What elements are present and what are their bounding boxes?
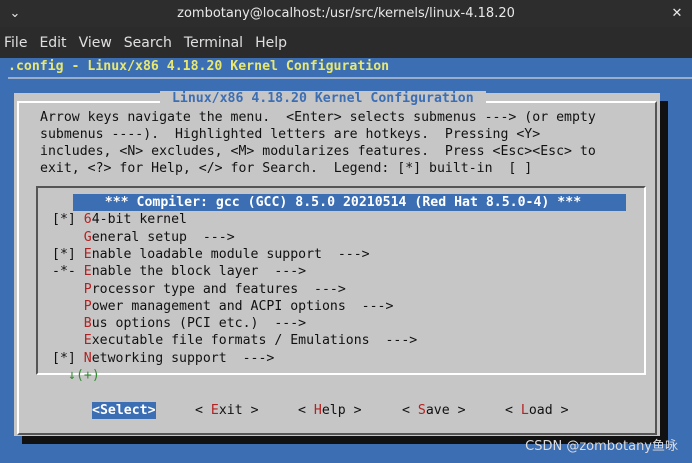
help-button[interactable]: < Help >	[298, 402, 362, 419]
help-text-line: exit, <?> for Help, </> for Search. Lege…	[40, 161, 533, 176]
menu-edit[interactable]: Edit	[39, 35, 66, 51]
menu-item-hotkey: B	[83, 316, 92, 332]
menu-file[interactable]: File	[4, 35, 27, 51]
close-icon[interactable]: ✕	[668, 4, 686, 22]
menu-item-prefix	[52, 299, 84, 314]
menu-item[interactable]: Bus options (PCI etc.) --->	[52, 315, 306, 332]
save-button[interactable]: < Save >	[402, 402, 466, 419]
menu-item[interactable]: -*- Enable the block layer --->	[52, 263, 306, 280]
button-bracket: <	[298, 403, 314, 418]
menu-item-prefix	[52, 230, 84, 245]
csdn-watermark: CSDN @zombotany鱼咏	[525, 439, 678, 454]
config-header: .config - Linux/x86 4.18.20 Kernel Confi…	[8, 59, 390, 74]
help-text-line: includes, <N> excludes, <M> modularizes …	[40, 144, 596, 159]
menu-help[interactable]: Help	[255, 35, 287, 51]
menu-item-label: xecutable file formats / Emulations --->	[91, 333, 418, 349]
button-hotkey: S	[99, 403, 108, 418]
menu-item-label: nable the block layer --->	[91, 264, 307, 280]
menu-item[interactable]: [*] Networking support --->	[52, 350, 274, 367]
menu-item-label: ower management and ACPI options --->	[91, 298, 394, 314]
window-title: zombotany@localhost:/usr/src/kernels/lin…	[177, 6, 515, 21]
dialog-title: Linux/x86 4.18.20 Kernel Configuration	[160, 91, 486, 106]
button-hotkey: L	[520, 403, 529, 418]
kernel-config-dialog: Linux/x86 4.18.20 Kernel Configuration A…	[14, 91, 660, 436]
button-bracket: <	[92, 403, 100, 418]
terminal-area[interactable]: .config - Linux/x86 4.18.20 Kernel Confi…	[0, 58, 692, 463]
button-bracket: <	[402, 403, 418, 418]
header-rule	[8, 77, 692, 79]
window-titlebar: ⌄ zombotany@localhost:/usr/src/kernels/l…	[0, 0, 692, 27]
menu-item-hotkey: N	[83, 350, 92, 366]
menu-item[interactable]: General setup --->	[52, 229, 235, 246]
menu-item-label: us options (PCI etc.) --->	[91, 316, 307, 332]
help-text-line: Arrow keys navigate the menu. <Enter> se…	[40, 110, 596, 125]
menu-item-prefix: [*]	[52, 350, 84, 366]
button-hotkey: E	[210, 403, 219, 418]
menu-item-label: eneral setup --->	[91, 229, 235, 245]
help-text-line: submenus ----). Highlighted letters are …	[40, 127, 541, 142]
menu-item-prefix: -*-	[52, 264, 84, 280]
menu-item-prefix	[52, 316, 84, 331]
button-label: oad >	[528, 403, 569, 418]
menu-item-label: nable loadable module support --->	[91, 246, 370, 262]
menu-item-prefix	[52, 282, 84, 297]
menu-item-label: *** Compiler: gcc (GCC) 8.5.0 20210514 (…	[73, 195, 582, 210]
button-label: elect>	[107, 403, 156, 418]
menu-item-hotkey: P	[83, 281, 92, 297]
menu-item-label: etworking support --->	[91, 350, 275, 366]
menu-item[interactable]: Executable file formats / Emulations ---…	[52, 332, 417, 349]
button-label: elp >	[321, 403, 362, 418]
button-hotkey: S	[417, 403, 426, 418]
menu-item-label: 4-bit kernel	[91, 212, 187, 228]
button-bracket: <	[195, 403, 211, 418]
button-hotkey: H	[313, 403, 322, 418]
menu-item-hotkey: P	[83, 298, 92, 314]
menu-terminal[interactable]: Terminal	[184, 35, 243, 51]
menubar: File Edit View Search Terminal Help	[0, 27, 692, 58]
menu-item-label: rocessor type and features --->	[91, 281, 346, 297]
button-bracket: <	[505, 403, 521, 418]
menu-search[interactable]: Search	[124, 35, 172, 51]
select-button[interactable]: <Select>	[92, 402, 156, 419]
menu-item-prefix: [*]	[52, 212, 84, 228]
menu-item-hotkey: 6	[83, 212, 92, 228]
menu-item[interactable]: *** Compiler: gcc (GCC) 8.5.0 20210514 (…	[73, 194, 626, 211]
menu-item[interactable]: Processor type and features --->	[52, 281, 346, 298]
menu-item[interactable]: [*] Enable loadable module support --->	[52, 246, 370, 263]
minimize-icon[interactable]: ⌄	[6, 4, 24, 22]
button-label: ave >	[425, 403, 466, 418]
load-button[interactable]: < Load >	[505, 402, 569, 419]
exit-button[interactable]: < Exit >	[195, 402, 259, 419]
menu-item-hotkey: E	[83, 246, 92, 262]
menu-item-hotkey: G	[83, 229, 92, 245]
menu-item[interactable]: [*] 64-bit kernel	[52, 211, 187, 228]
menu-item-prefix	[52, 333, 84, 348]
menu-item-prefix: [*]	[52, 246, 84, 262]
button-label: xit >	[218, 403, 259, 418]
menu-view[interactable]: View	[79, 35, 112, 51]
menu-item-hotkey: E	[83, 333, 92, 349]
menu-item[interactable]: Power management and ACPI options --->	[52, 298, 394, 315]
menu-item-hotkey: E	[83, 264, 92, 280]
more-items-indicator: ↓(+)	[68, 368, 100, 383]
